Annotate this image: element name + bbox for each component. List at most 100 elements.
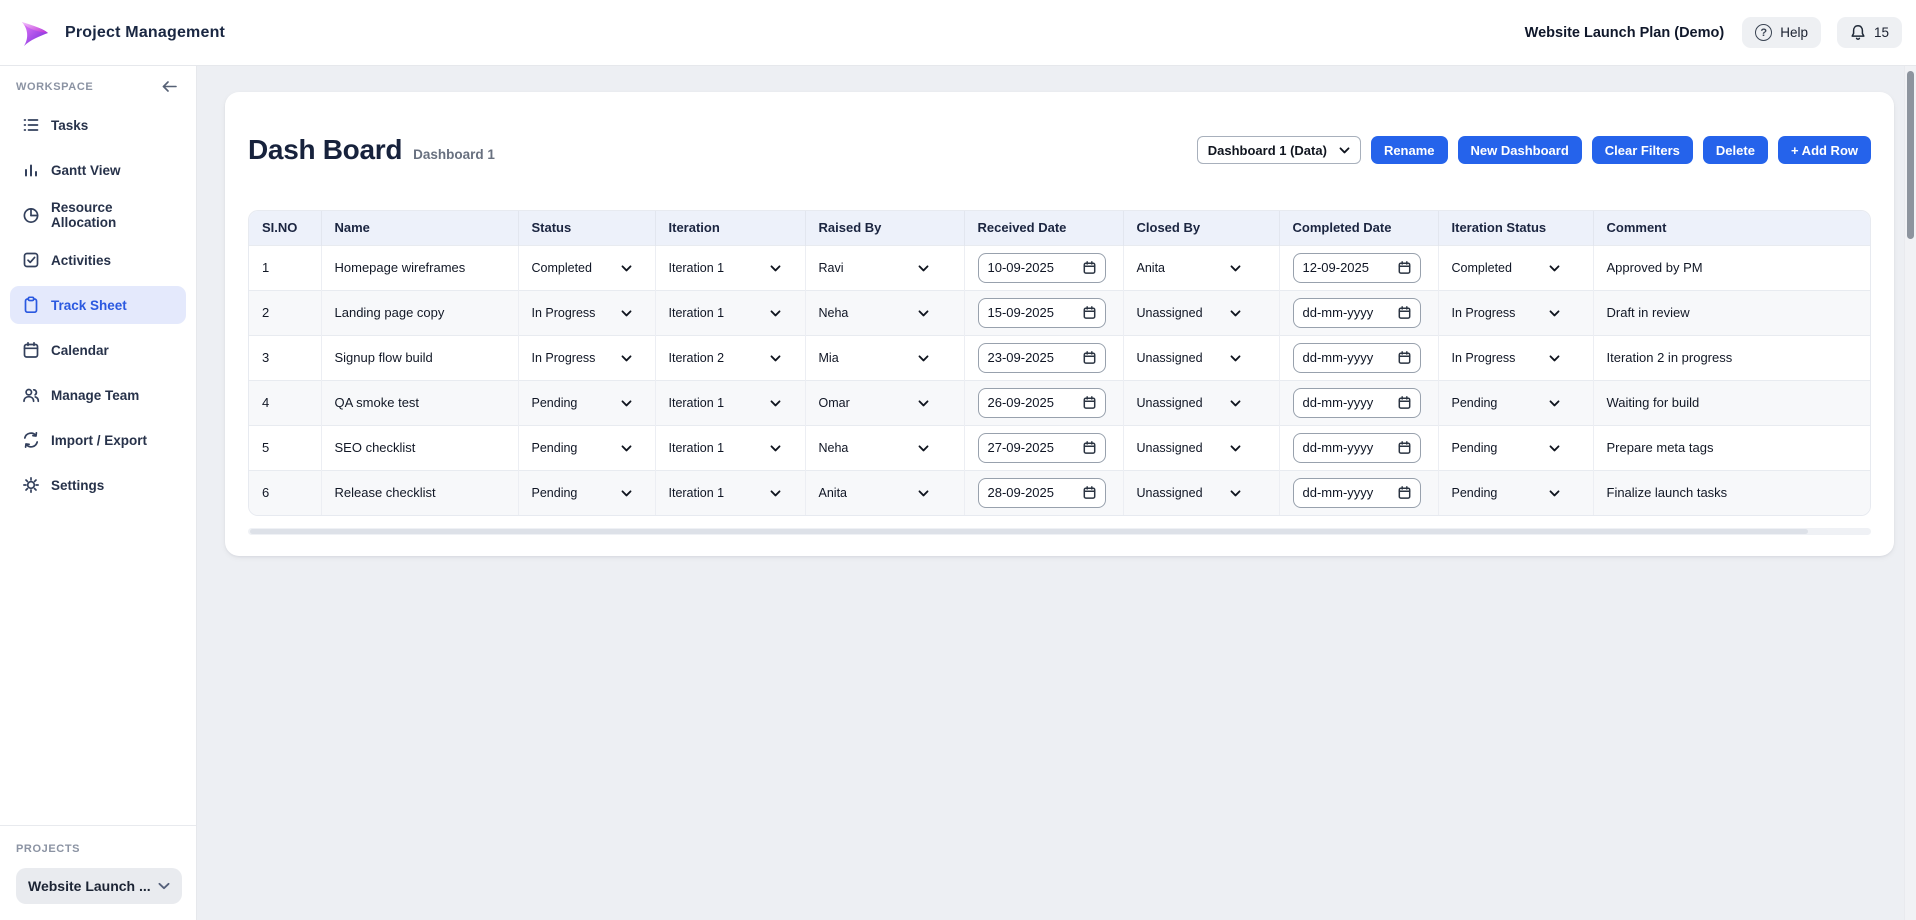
task-name: Homepage wireframes [335, 260, 466, 275]
raised-by-select-value: Mia [819, 351, 839, 365]
sidebar-item-import-export[interactable]: Import / Export [10, 421, 186, 459]
completed-date-input[interactable]: dd-mm-yyyy [1293, 343, 1421, 373]
received-date-input[interactable]: 26-09-2025 [978, 388, 1106, 418]
calendar-icon [1083, 261, 1096, 274]
column-header: Raised By [805, 211, 964, 245]
received-date-input[interactable]: 28-09-2025 [978, 478, 1106, 508]
received-date-input[interactable]: 27-09-2025 [978, 433, 1106, 463]
add-row-button[interactable]: + Add Row [1778, 136, 1871, 164]
dashboard-controls: Dashboard 1 (Data) Rename New Dashboard … [1197, 136, 1871, 164]
scrollbar-thumb[interactable] [1907, 71, 1914, 239]
raised-by-select[interactable]: Mia [819, 351, 929, 365]
sidebar-item-label: Track Sheet [51, 298, 127, 313]
iteration-select[interactable]: Iteration 1 [669, 396, 781, 410]
arrow-left-icon [161, 81, 177, 92]
iteration-status-select[interactable]: Pending [1452, 396, 1560, 410]
window-scrollbar[interactable] [1904, 66, 1916, 920]
comment-text: Iteration 2 in progress [1607, 350, 1733, 365]
status-select[interactable]: In Progress [532, 306, 632, 320]
collapse-sidebar-button[interactable] [159, 79, 179, 94]
iteration-status-select[interactable]: In Progress [1452, 351, 1560, 365]
received-date-input[interactable]: 10-09-2025 [978, 253, 1106, 283]
received-date-value: 26-09-2025 [988, 395, 1055, 410]
completed-date-input[interactable]: dd-mm-yyyy [1293, 433, 1421, 463]
closed-by-select[interactable]: Unassigned [1137, 351, 1241, 365]
raised-by-select[interactable]: Ravi [819, 261, 929, 275]
column-header: Received Date [964, 211, 1123, 245]
status-select-value: Pending [532, 486, 578, 500]
calendar-icon [22, 341, 40, 359]
iteration-select[interactable]: Iteration 2 [669, 351, 781, 365]
clear-filters-button[interactable]: Clear Filters [1592, 136, 1693, 164]
sidebar-item-label: Manage Team [51, 388, 139, 403]
notifications-button[interactable]: 15 [1837, 17, 1902, 48]
status-select[interactable]: Pending [532, 486, 632, 500]
received-date-input[interactable]: 23-09-2025 [978, 343, 1106, 373]
iteration-select[interactable]: Iteration 1 [669, 261, 781, 275]
rename-button[interactable]: Rename [1371, 136, 1448, 164]
status-select[interactable]: Completed [532, 261, 632, 275]
chevron-down-icon [918, 310, 929, 317]
iteration-status-select-value: Pending [1452, 396, 1498, 410]
sidebar-item-track-sheet[interactable]: Track Sheet [10, 286, 186, 324]
calendar-icon [1398, 441, 1411, 454]
sidebar-item-gantt-view[interactable]: Gantt View [10, 151, 186, 189]
chevron-down-icon [918, 355, 929, 362]
raised-by-select[interactable]: Neha [819, 306, 929, 320]
table-row: 5 SEO checklist Pending Iteration 1 Neha… [249, 425, 1870, 470]
closed-by-select[interactable]: Unassigned [1137, 441, 1241, 455]
sidebar-item-tasks[interactable]: Tasks [10, 106, 186, 144]
raised-by-select[interactable]: Neha [819, 441, 929, 455]
status-select[interactable]: Pending [532, 441, 632, 455]
column-header: Completed Date [1279, 211, 1438, 245]
completed-date-input[interactable]: 12-09-2025 [1293, 253, 1421, 283]
sidebar-item-manage-team[interactable]: Manage Team [10, 376, 186, 414]
completed-date-input[interactable]: dd-mm-yyyy [1293, 388, 1421, 418]
closed-by-select[interactable]: Unassigned [1137, 486, 1241, 500]
completed-date-input[interactable]: dd-mm-yyyy [1293, 298, 1421, 328]
scrollbar-thumb[interactable] [250, 529, 1808, 534]
chevron-down-icon [918, 265, 929, 272]
sidebar: WORKSPACE Tasks [0, 66, 197, 920]
table-horizontal-scrollbar[interactable] [248, 528, 1871, 535]
iteration-select[interactable]: Iteration 1 [669, 486, 781, 500]
chevron-down-icon [770, 355, 781, 362]
raised-by-select[interactable]: Anita [819, 486, 929, 500]
completed-date-value: dd-mm-yyyy [1303, 485, 1374, 500]
completed-date-input[interactable]: dd-mm-yyyy [1293, 478, 1421, 508]
delete-button[interactable]: Delete [1703, 136, 1768, 164]
brand: Project Management [18, 16, 225, 50]
row-number: 5 [262, 440, 269, 455]
iteration-status-select[interactable]: Pending [1452, 486, 1560, 500]
iteration-select[interactable]: Iteration 1 [669, 441, 781, 455]
sidebar-item-resource-allocation[interactable]: Resource Allocation [10, 196, 186, 234]
sidebar-item-settings[interactable]: Settings [10, 466, 186, 504]
received-date-input[interactable]: 15-09-2025 [978, 298, 1106, 328]
status-select[interactable]: In Progress [532, 351, 632, 365]
chevron-down-icon [1549, 445, 1560, 452]
project-selector[interactable]: Website Launch ... [16, 868, 182, 904]
chevron-down-icon [770, 490, 781, 497]
dashboard-card: Dash Board Dashboard 1 Dashboard 1 (Data… [225, 92, 1894, 556]
calendar-icon [1083, 306, 1096, 319]
iteration-select[interactable]: Iteration 1 [669, 306, 781, 320]
closed-by-select[interactable]: Unassigned [1137, 306, 1241, 320]
help-button[interactable]: ? Help [1742, 17, 1821, 48]
dashboard-select[interactable]: Dashboard 1 (Data) [1197, 136, 1361, 164]
received-date-value: 23-09-2025 [988, 350, 1055, 365]
topbar: Project Management Website Launch Plan (… [0, 0, 1916, 66]
iteration-status-select[interactable]: Completed [1452, 261, 1560, 275]
sidebar-item-calendar[interactable]: Calendar [10, 331, 186, 369]
raised-by-select[interactable]: Omar [819, 396, 929, 410]
closed-by-select[interactable]: Unassigned [1137, 396, 1241, 410]
status-select[interactable]: Pending [532, 396, 632, 410]
sidebar-item-activities[interactable]: Activities [10, 241, 186, 279]
row-number: 4 [262, 395, 269, 410]
chevron-down-icon [621, 310, 632, 317]
sidebar-item-label: Settings [51, 478, 104, 493]
new-dashboard-button[interactable]: New Dashboard [1458, 136, 1582, 164]
iteration-status-select[interactable]: Pending [1452, 441, 1560, 455]
iteration-status-select[interactable]: In Progress [1452, 306, 1560, 320]
closed-by-select[interactable]: Anita [1137, 261, 1241, 275]
calendar-icon [1398, 306, 1411, 319]
